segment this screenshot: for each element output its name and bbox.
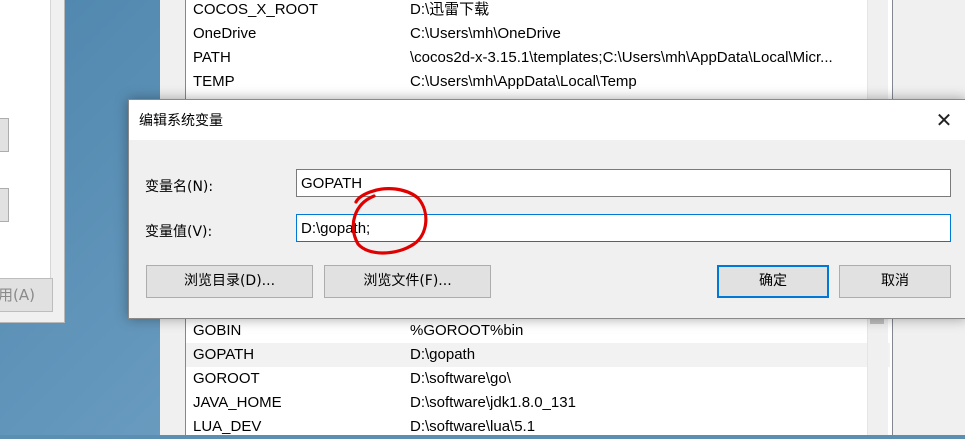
ok-button[interactable]: 确定 [717,265,829,298]
list-item-selected[interactable]: GOPATH D:\gopath [186,343,890,367]
variable-value: %GOROOT%bin [410,322,524,339]
variable-name: JAVA_HOME [193,394,282,411]
list-item[interactable]: OneDrive C:\Users\mh\OneDrive [186,22,890,46]
list-item[interactable]: GOROOT D:\software\go\ [186,367,890,391]
variable-value: C:\Users\mh\OneDrive [410,25,561,42]
variable-value: \cocos2d-x-3.15.1\templates;C:\Users\mh\… [410,49,833,66]
variable-name: PATH [193,49,231,66]
variable-name: GOPATH [193,346,255,363]
variable-value: D:\迅雷下载 [410,1,490,18]
list-item[interactable]: COCOS_X_ROOT D:\迅雷下载 [186,0,890,22]
red-annotation-circle-icon [351,187,428,255]
left-window-control[interactable] [0,188,9,222]
list-item[interactable]: LUA_DEV D:\software\lua\5.1 [186,415,890,439]
variable-name: LUA_DEV [193,418,262,435]
variable-value: D:\software\jdk1.8.0_131 [410,394,576,411]
apply-button[interactable]: 用(A) [0,278,53,312]
variable-value: C:\Users\mh\AppData\Local\Temp [410,73,637,90]
variable-value: D:\gopath [410,346,476,363]
variable-name: OneDrive [193,25,257,42]
variable-name-label: 变量名(N): [145,179,214,195]
dialog-title: 编辑系统变量 [139,113,223,129]
left-window-pane [0,0,51,311]
variable-value: D:\software\go\ [410,370,511,387]
background-window-left: 用(A) [0,0,65,323]
dialog-title-bar[interactable]: 编辑系统变量 ✕ [129,100,965,140]
variable-name: GOROOT [193,370,260,387]
browse-file-button[interactable]: 浏览文件(F)... [324,265,491,298]
list-item[interactable]: PATH \cocos2d-x-3.15.1\templates;C:\User… [186,46,890,70]
list-item[interactable]: TEMP C:\Users\mh\AppData\Local\Temp [186,70,890,94]
browse-directory-button[interactable]: 浏览目录(D)... [146,265,313,298]
variable-name: TEMP [193,73,235,90]
close-icon[interactable]: ✕ [926,102,962,138]
variable-name: COCOS_X_ROOT [193,1,319,18]
variable-value-label: 变量值(V): [145,224,213,240]
variable-value: D:\software\lua\5.1 [410,418,536,435]
cancel-button[interactable]: 取消 [839,265,951,298]
list-item[interactable]: GOBIN %GOROOT%bin [186,319,890,343]
variable-name: GOBIN [193,322,242,339]
edit-system-variable-dialog: 编辑系统变量 ✕ 变量名(N): GOPATH 变量值(V): D:\gopat… [128,99,965,319]
left-window-control[interactable] [0,118,9,152]
list-item[interactable]: JAVA_HOME D:\software\jdk1.8.0_131 [186,391,890,415]
